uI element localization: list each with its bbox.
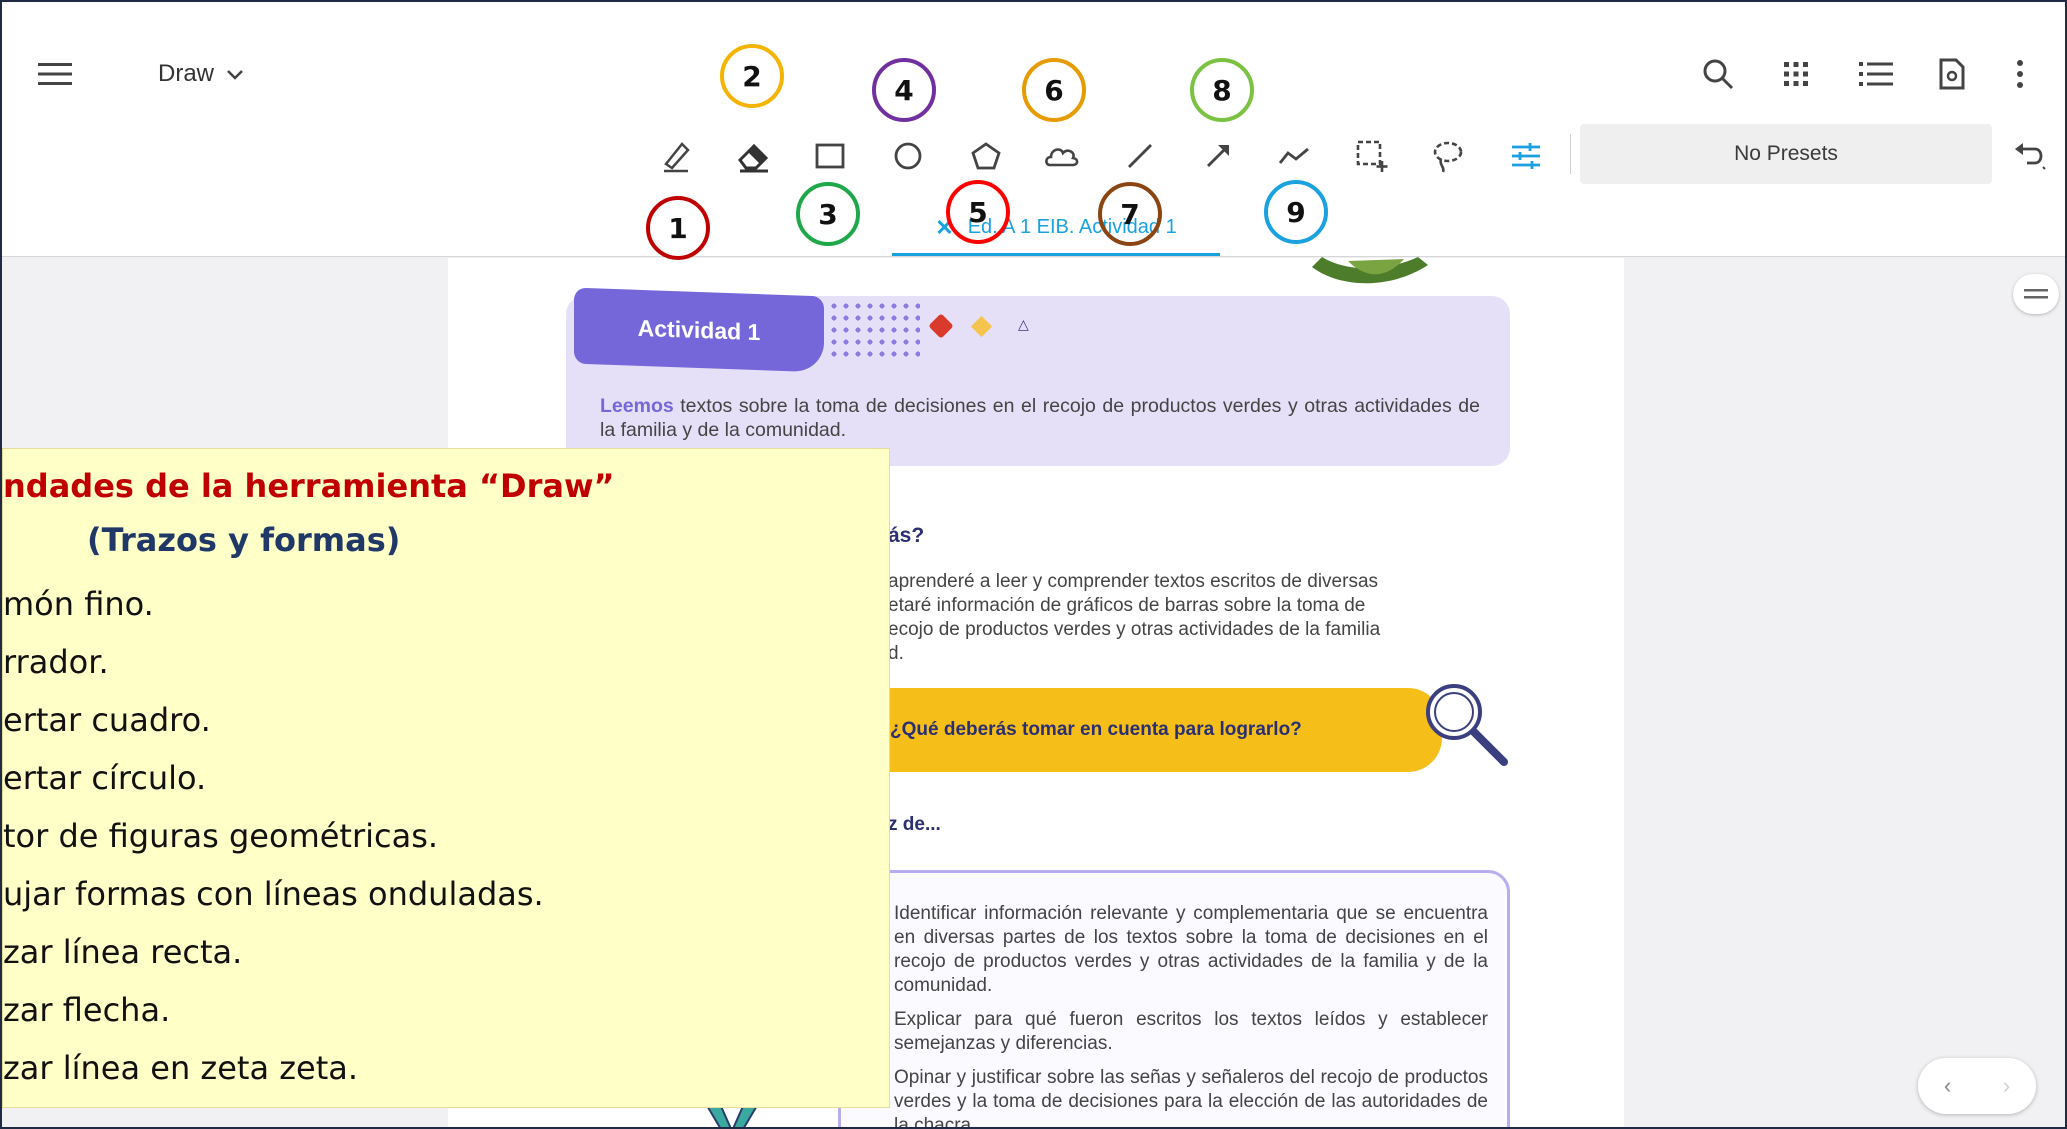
capaz-heading: z de... — [888, 814, 941, 835]
undo-icon[interactable] — [2004, 130, 2056, 182]
note-item: zar línea en zeta zeta. — [3, 1049, 359, 1087]
goal-item: Explicar para qué fueron escritos los te… — [894, 1009, 1488, 1054]
question-banner: ¿Qué deberás tomar en cuenta para lograr… — [850, 688, 1442, 772]
prev-page-icon[interactable]: ‹ — [1944, 1073, 1951, 1099]
section-heading: ás? — [888, 524, 925, 547]
mode-label: Draw — [158, 60, 215, 87]
callout-7: 7 — [1098, 182, 1162, 246]
pentagon-icon[interactable] — [960, 130, 1012, 182]
question-text: ¿Qué deberás tomar en cuenta para lograr… — [890, 719, 1302, 740]
callout-8: 8 — [1190, 58, 1254, 122]
mode-dropdown[interactable]: Draw — [158, 54, 244, 94]
triangle-decoration: △ — [1018, 316, 1029, 332]
callout-1: 1 — [646, 196, 710, 260]
selection-add-icon[interactable] — [1346, 130, 1398, 182]
rectangle-icon[interactable] — [804, 130, 856, 182]
magnifier-illustration — [1426, 684, 1508, 766]
callout-4: 4 — [872, 58, 936, 122]
plant-illustration — [1312, 257, 1428, 284]
note-item: tor de figuras geométricas. — [3, 817, 439, 855]
side-panel-toggle[interactable] — [2013, 274, 2059, 314]
goal-item: Opinar y justificar sobre las señas y se… — [894, 1067, 1488, 1129]
note-title: ndades de la herramienta “Draw” — [3, 467, 615, 505]
next-page-icon[interactable]: › — [2003, 1073, 2010, 1099]
toolbar-divider — [1570, 134, 1571, 174]
presets-dropdown[interactable]: No Presets — [1580, 124, 1992, 184]
goal-item: Identificar información relevante y comp… — [894, 903, 1488, 996]
app-window: Draw No Presets ✕ Ed. A 1 EIB. Actividad… — [0, 0, 2067, 1129]
sliders-icon[interactable] — [1500, 130, 1552, 182]
note-item: ertar cuadro. — [3, 701, 211, 739]
explanation-note: ndades de la herramienta “Draw” (Trazos … — [2, 448, 890, 1108]
activity-badge: Actividad 1 — [574, 287, 824, 373]
callout-6: 6 — [1022, 58, 1086, 122]
tab-document[interactable]: ✕ Ed. A 1 EIB. Actividad 1 — [892, 202, 1220, 256]
note-subtitle: (Trazos y formas) — [87, 521, 401, 559]
note-item: ujar formas con líneas onduladas. — [3, 875, 544, 913]
zigzag-icon[interactable] — [1268, 130, 1320, 182]
document-settings-icon[interactable] — [1928, 50, 1976, 98]
note-item: món fino. — [3, 585, 154, 623]
hamburger-menu-icon[interactable] — [32, 54, 78, 94]
presets-label: No Presets — [1734, 142, 1838, 165]
grid-view-icon[interactable] — [1772, 50, 1820, 98]
cloud-icon[interactable] — [1036, 130, 1088, 182]
list-view-icon[interactable] — [1852, 50, 1900, 98]
line-icon[interactable] — [1114, 130, 1166, 182]
top-app-bar: Draw No Presets ✕ Ed. A 1 EIB. Actividad… — [2, 2, 2065, 257]
dots-decoration — [828, 300, 920, 360]
eraser-icon[interactable] — [728, 130, 780, 182]
callout-9: 9 — [1264, 180, 1328, 244]
lasso-icon[interactable] — [1422, 130, 1474, 182]
note-item: zar flecha. — [3, 991, 171, 1029]
page-navigator[interactable]: ‹ › — [1918, 1058, 2036, 1114]
note-item: rrador. — [3, 643, 109, 681]
activity-description: Leemos textos sobre la toma de decisione… — [600, 394, 1480, 442]
note-item: ertar círculo. — [3, 759, 207, 797]
circle-icon[interactable] — [882, 130, 934, 182]
more-options-icon[interactable] — [1996, 50, 2044, 98]
pen-icon[interactable] — [650, 130, 702, 182]
callout-3: 3 — [796, 182, 860, 246]
activity-text: textos sobre la toma de decisiones en el… — [600, 395, 1480, 441]
search-icon[interactable] — [1694, 50, 1742, 98]
section-paragraph: aprenderé a leer y comprender textos esc… — [888, 571, 1381, 664]
chevron-down-icon — [226, 60, 244, 88]
callout-2: 2 — [720, 44, 784, 108]
activity-lead: Leemos — [600, 395, 674, 417]
equals-icon — [2024, 289, 2048, 299]
callout-5: 5 — [946, 180, 1010, 244]
note-item: zar línea recta. — [3, 933, 243, 971]
arrow-icon[interactable] — [1192, 130, 1244, 182]
